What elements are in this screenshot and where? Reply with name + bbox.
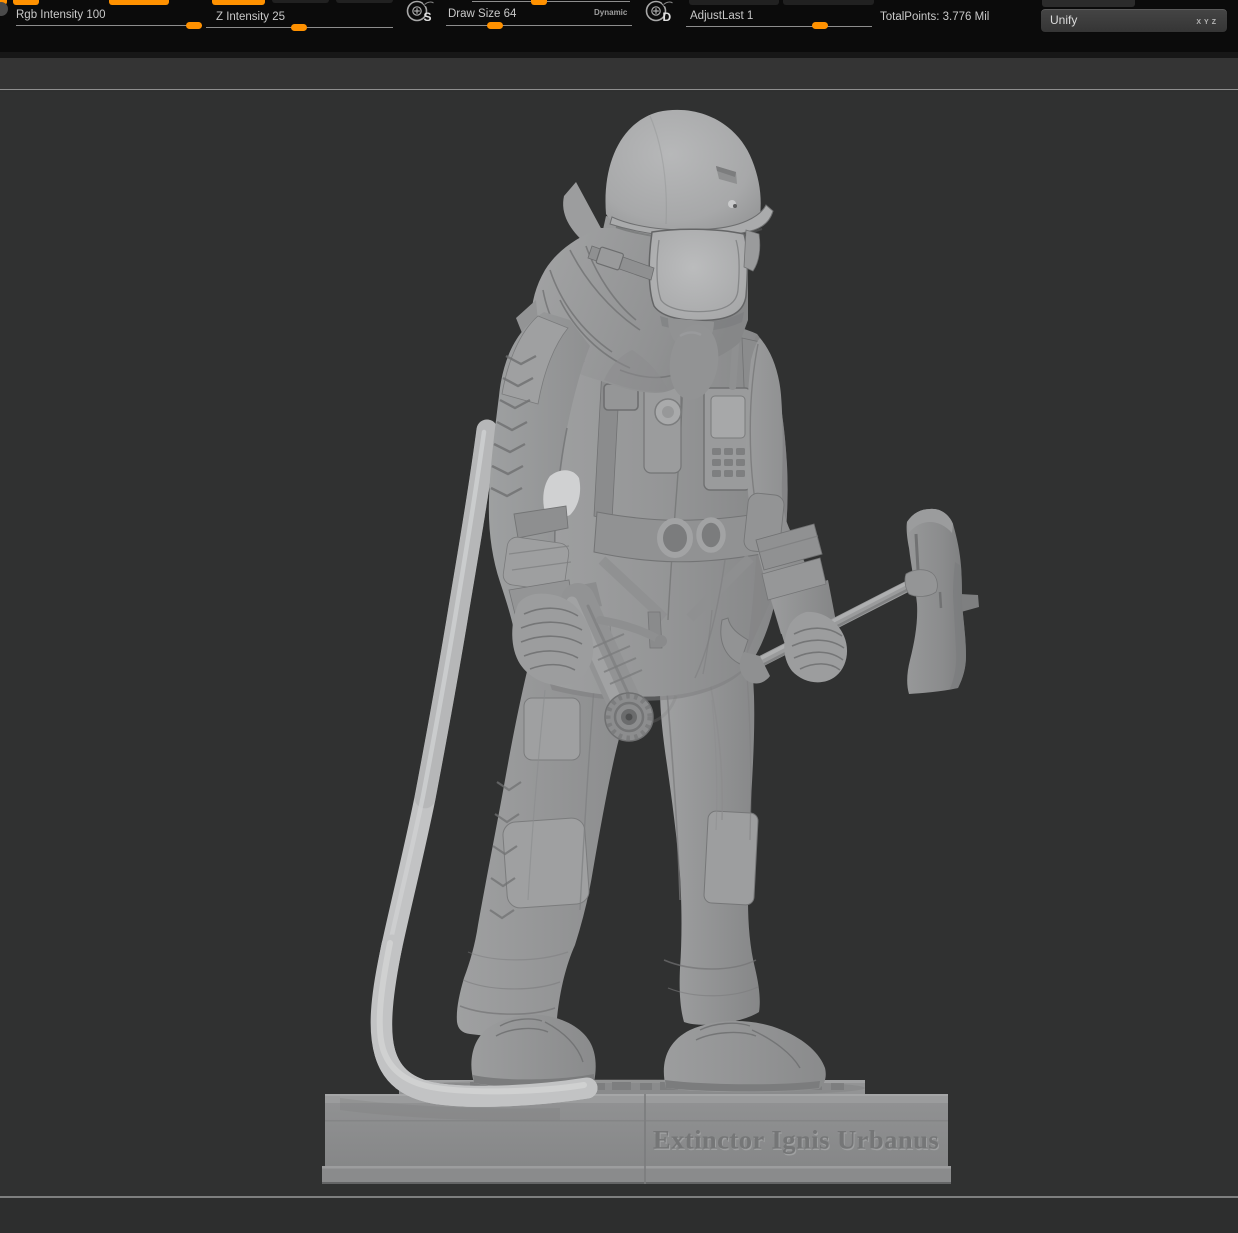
- svg-text:D: D: [663, 10, 672, 24]
- svg-text:S: S: [424, 10, 432, 24]
- svg-text:Extinctor Ignis Urbanus: Extinctor Ignis Urbanus: [653, 1125, 939, 1155]
